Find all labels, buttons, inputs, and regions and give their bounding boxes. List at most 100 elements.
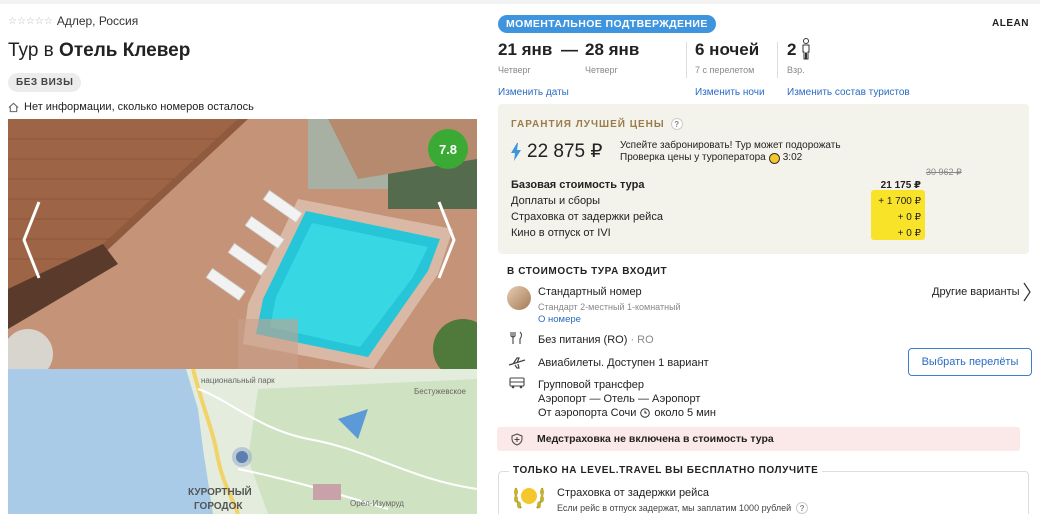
chevron-left-icon [22, 201, 41, 279]
instant-confirmation-badge: МОМЕНТАЛЬНОЕ ПОДТВЕРЖДЕНИЕ [498, 15, 716, 33]
breakdown-label: Кино в отпуск от IVI [511, 227, 611, 239]
breakdown-value: + 1 700 ₽ [878, 195, 921, 207]
price-box: ГАРАНТИЯ ЛУЧШЕЙ ЦЕНЫ ? 22 875 ₽ Успейте … [498, 104, 1029, 254]
photo-prev-button[interactable] [20, 200, 42, 280]
help-icon[interactable]: ? [670, 118, 683, 130]
breakdown-value: + 0 ₽ [897, 227, 921, 239]
tourists-count: 2 [787, 40, 797, 59]
rooms-availability: Нет информации, сколько номеров осталось [8, 101, 254, 113]
nights-count: 6 ночей [695, 40, 760, 59]
operator-brand: ALEAN [992, 18, 1029, 29]
meal-plan-name: Без питания (RO) [538, 334, 628, 346]
meal-plan-code: · RO [630, 334, 654, 346]
free-benefit-title: Страховка от задержки рейса [557, 487, 709, 499]
flights-info: Авиабилеты. Доступен 1 вариант [538, 357, 709, 369]
free-benefits-header: ТОЛЬКО НА LEVEL.TRAVEL ВЫ БЕСПЛАТНО ПОЛУ… [509, 465, 823, 476]
breakdown-row: Страховка от задержки рейса + 0 ₽ [511, 209, 921, 225]
breakdown-row: Кино в отпуск от IVI + 0 ₽ [511, 225, 921, 241]
map-image: национальный парк Бестужевское КУРОРТНЫЙ… [8, 369, 477, 514]
meal-plan: Без питания (RO) · RO [538, 334, 654, 346]
free-benefit-sub-text: Если рейс в отпуск задержат, мы заплатим… [557, 503, 792, 513]
old-price: 30 962 ₽ [926, 167, 962, 177]
choose-flights-button[interactable]: Выбрать перелёты [908, 348, 1032, 376]
divider [777, 42, 778, 78]
plane-icon [508, 357, 526, 369]
top-strip [0, 0, 1040, 4]
bus-icon [509, 377, 525, 389]
person-icon [802, 38, 810, 60]
date-dash: — [561, 40, 578, 59]
free-benefit-sub: Если рейс в отпуск задержат, мы заплатим… [557, 502, 809, 514]
hotel-location: Адлер, Россия [56, 14, 139, 28]
transfer-route: Аэропорт — Отель — Аэропорт [538, 393, 701, 405]
cutlery-icon [510, 331, 523, 344]
room-thumbnail [507, 286, 531, 310]
breakdown-value: 21 175 ₽ [880, 179, 921, 191]
insurance-notice: Медстраховка не включена в стоимость тур… [497, 427, 1020, 451]
total-price: 22 875 ₽ [511, 140, 602, 163]
map-label-kurort2: ГОРОДОК [194, 501, 243, 512]
breakdown-label: Базовая стоимость тура [511, 179, 645, 191]
shield-icon [511, 433, 523, 446]
price-note-line1: Успейте забронировать! Тур может подорож… [620, 140, 841, 151]
help-icon[interactable]: ? [796, 502, 809, 514]
chevron-right-icon[interactable] [1022, 281, 1032, 303]
change-dates-link[interactable]: Изменить даты [498, 87, 569, 98]
best-price-guarantee: ГАРАНТИЯ ЛУЧШЕЙ ЦЕНЫ ? [511, 118, 683, 130]
about-room-link[interactable]: О номере [538, 314, 581, 325]
timer-value: 3:02 [782, 152, 803, 163]
page-title: Тур в Отель Клевер [8, 40, 190, 62]
nights-sub: 7 с перелетом [695, 65, 755, 75]
breakdown-label: Доплаты и сборы [511, 195, 601, 207]
title-prefix: Тур в [8, 40, 54, 61]
price-breakdown: Базовая стоимость тура 21 175 ₽ Доплаты … [511, 177, 921, 241]
hotel-name: Отель Клевер [59, 40, 191, 61]
pool-image [8, 119, 477, 369]
day-from: Четверг [498, 65, 531, 75]
date-from: 21 янв [498, 40, 553, 59]
map-label-park: национальный парк [201, 376, 275, 385]
clock-icon [768, 152, 780, 164]
transfer-time-value: около 5 мин [654, 407, 716, 419]
house-icon [8, 102, 19, 112]
other-variants-link[interactable]: Другие варианты [932, 286, 1020, 298]
guarantee-label: ГАРАНТИЯ ЛУЧШЕЙ ЦЕНЫ [511, 118, 665, 130]
breakdown-row: Базовая стоимость тура 21 175 ₽ [511, 177, 921, 193]
stars-icon: ☆☆☆☆☆ [8, 15, 53, 27]
total-price-value: 22 875 ₽ [527, 141, 603, 162]
tourists-sub: Взр. [787, 65, 805, 75]
date-to: 28 янв [585, 40, 640, 59]
breakdown-row: Доплаты и сборы + 1 700 ₽ [511, 193, 921, 209]
price-note-line2: Проверка цены у туроператора [620, 152, 766, 163]
room-sub: Стандарт 2-местный 1-комнатный [538, 302, 681, 312]
lightning-icon [511, 142, 521, 161]
hotel-map[interactable]: национальный парк Бестужевское КУРОРТНЫЙ… [8, 369, 477, 514]
free-benefits-box: ТОЛЬКО НА LEVEL.TRAVEL ВЫ БЕСПЛАТНО ПОЛУ… [498, 465, 1029, 514]
laurel-icon [514, 487, 544, 509]
chevron-right-icon [437, 201, 456, 279]
transfer-time: От аэропорта Сочи около 5 мин [538, 407, 716, 419]
breakdown-value: + 0 ₽ [897, 211, 921, 223]
transfer-time-prefix: От аэропорта Сочи [538, 407, 637, 419]
clock-icon [640, 408, 651, 418]
change-nights-link[interactable]: Изменить ночи [695, 87, 765, 98]
rating-badge: 7.8 [428, 129, 468, 169]
photo-next-button[interactable] [436, 200, 458, 280]
map-label-kurort1: КУРОРТНЫЙ [188, 485, 252, 498]
included-header: В СТОИМОСТЬ ТУРА ВХОДИТ [507, 266, 668, 277]
hotel-photo[interactable] [8, 119, 477, 369]
map-label-orel: Орёл-Изумруд [350, 499, 404, 508]
rooms-info-text: Нет информации, сколько номеров осталось [24, 101, 254, 113]
room-title: Стандартный номер [538, 286, 642, 298]
change-tourists-link[interactable]: Изменить состав туристов [787, 87, 910, 98]
divider [686, 42, 687, 78]
breakdown-label: Страховка от задержки рейса [511, 211, 663, 223]
visa-badge: БЕЗ ВИЗЫ [8, 73, 82, 92]
transfer-title: Групповой трансфер [538, 379, 645, 391]
map-label-bestuzh: Бестужевское [414, 387, 467, 396]
day-to: Четверг [585, 65, 618, 75]
hotel-stars-location: ☆☆☆☆☆ Адлер, Россия [8, 14, 138, 28]
price-check-timer: Проверка цены у туроператора 3:02 [620, 152, 802, 164]
price-note: Успейте забронировать! Тур может подорож… [620, 140, 841, 164]
insurance-notice-text: Медстраховка не включена в стоимость тур… [537, 433, 774, 445]
